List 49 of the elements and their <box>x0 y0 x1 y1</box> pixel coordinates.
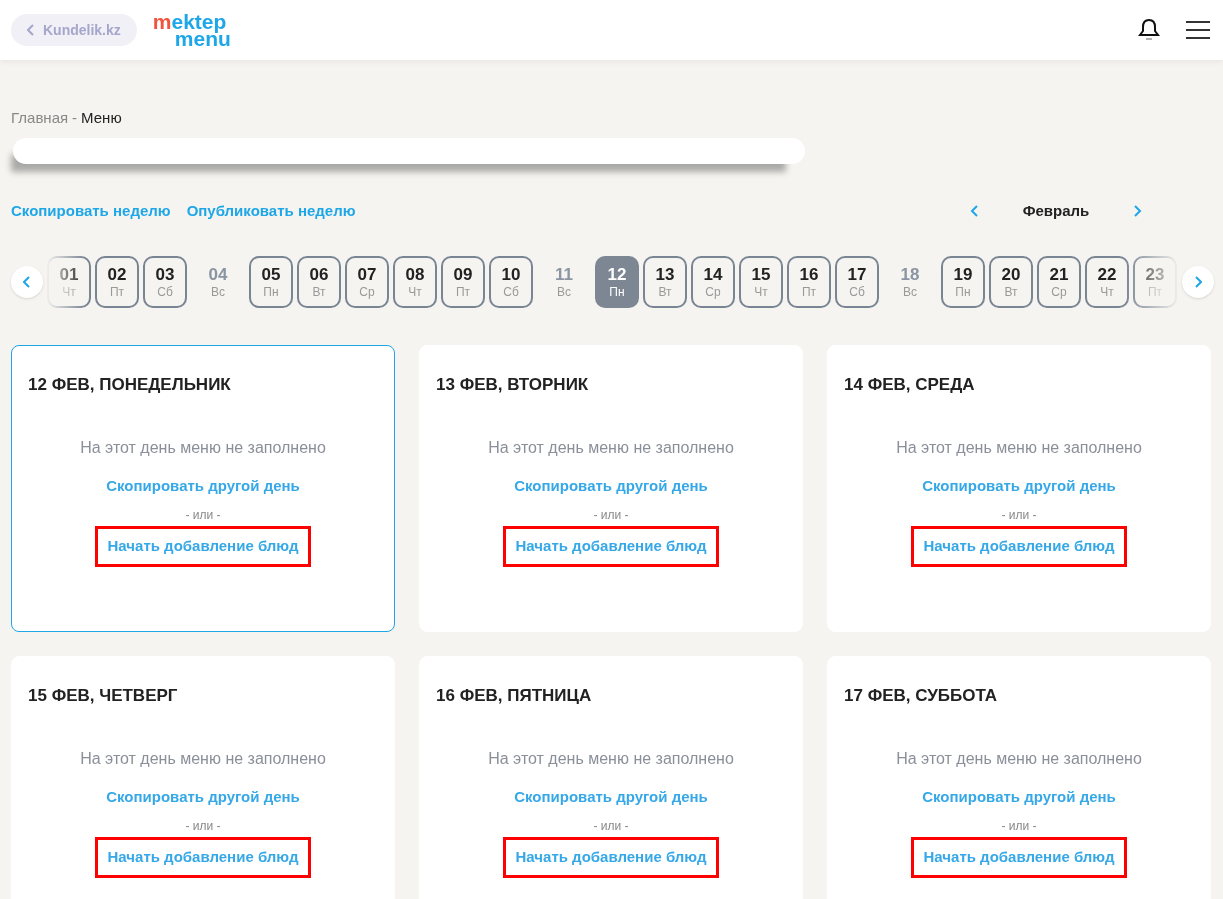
chevron-right-icon <box>1194 276 1202 288</box>
card-title: 13 ФЕВ, ВТОРНИК <box>436 374 590 396</box>
date-tab[interactable]: 22 Чт <box>1085 256 1129 308</box>
date-tab[interactable]: 03 Сб <box>143 256 187 308</box>
date-tab[interactable]: 09 Пт <box>441 256 485 308</box>
date-tab[interactable]: 02 Пт <box>95 256 139 308</box>
date-tab[interactable]: 07 Ср <box>345 256 389 308</box>
separator-text: - или - <box>1001 507 1037 524</box>
separator-text: - или - <box>593 507 629 524</box>
empty-message: На этот день меню не заполнено <box>80 748 326 769</box>
card-title: 15 ФЕВ, ЧЕТВЕРГ <box>28 685 179 707</box>
breadcrumb-separator: - <box>72 107 78 128</box>
date-tab[interactable]: 14 Ср <box>691 256 735 308</box>
chevron-left-icon[interactable] <box>970 204 980 218</box>
card-title: 12 ФЕВ, ПОНЕДЕЛЬНИК <box>28 374 232 396</box>
card-title: 16 ФЕВ, ПЯТНИЦА <box>436 685 593 707</box>
separator-text: - или - <box>1001 818 1037 835</box>
month-label: Февраль <box>1022 200 1090 221</box>
date-tab[interactable]: 10 Сб <box>489 256 533 308</box>
separator-text: - или - <box>185 507 221 524</box>
date-tab[interactable]: 08 Чт <box>393 256 437 308</box>
notification-bell-icon[interactable] <box>1138 18 1160 42</box>
date-tab[interactable]: 12 Пн <box>595 256 639 308</box>
current-page-label: Меню <box>81 107 122 128</box>
scroll-right-button[interactable] <box>1182 266 1214 298</box>
date-tab[interactable]: 13 Вт <box>643 256 687 308</box>
menu-icon[interactable] <box>1186 20 1210 40</box>
empty-message: На этот день меню не заполнено <box>896 437 1142 458</box>
separator-text: - или - <box>185 818 221 835</box>
date-tab[interactable]: 19 Пн <box>941 256 985 308</box>
date-tab[interactable]: 16 Пт <box>787 256 831 308</box>
empty-message: На этот день меню не заполнено <box>80 437 326 458</box>
date-tab[interactable]: 06 Вт <box>297 256 341 308</box>
date-tab[interactable]: 20 Вт <box>989 256 1033 308</box>
date-tab[interactable]: 01 Чт <box>47 256 91 308</box>
date-tab[interactable]: 15 Чт <box>739 256 783 308</box>
scroll-left-button[interactable] <box>11 266 43 298</box>
empty-message: На этот день меню не заполнено <box>488 437 734 458</box>
empty-message: На этот день меню не заполнено <box>488 748 734 769</box>
separator-text: - или - <box>593 818 629 835</box>
empty-message: На этот день меню не заполнено <box>896 748 1142 769</box>
chevron-left-icon <box>27 24 35 36</box>
date-tab[interactable]: 05 Пн <box>249 256 293 308</box>
date-tab[interactable]: 17 Сб <box>835 256 879 308</box>
date-tab[interactable]: 21 Ср <box>1037 256 1081 308</box>
chevron-right-icon[interactable] <box>1132 204 1142 218</box>
card-title: 17 ФЕВ, СУББОТА <box>844 685 999 707</box>
chevron-left-icon <box>23 276 31 288</box>
card-title: 14 ФЕВ, СРЕДА <box>844 374 976 396</box>
